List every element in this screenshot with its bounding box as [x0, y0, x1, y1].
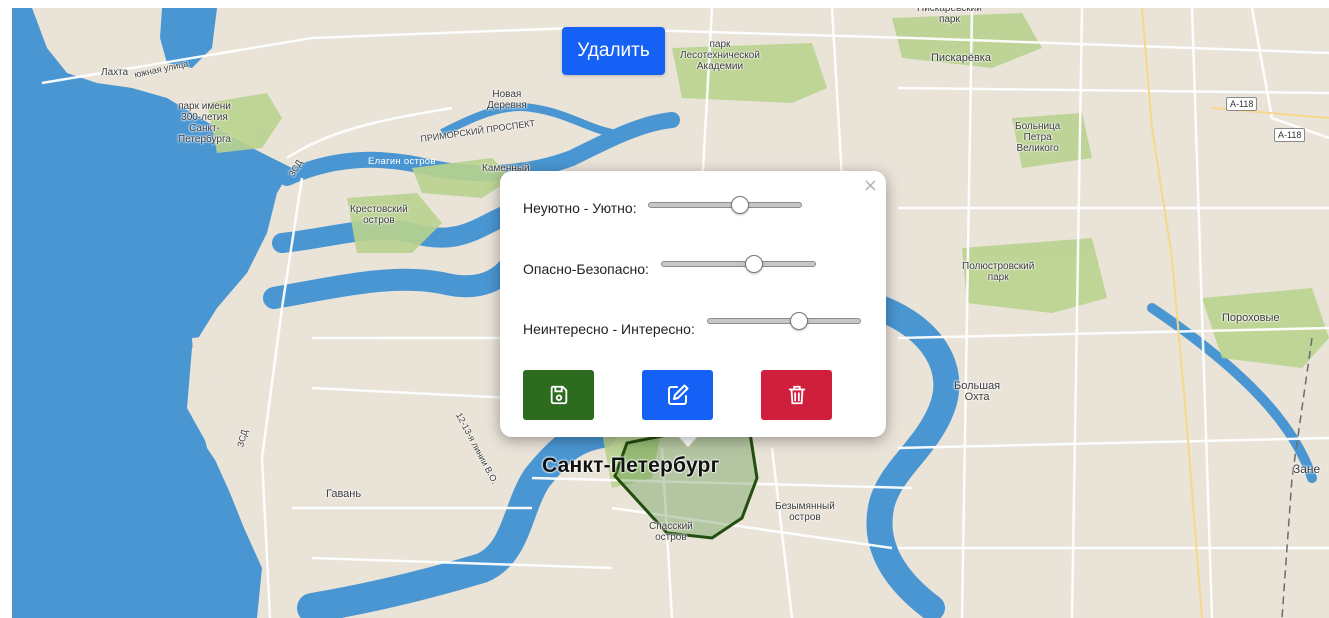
map-label-district: Новая Деревня	[487, 89, 527, 111]
map-label-district: Зане	[1293, 462, 1321, 476]
rating-label: Неуютно - Уютно:	[523, 200, 637, 216]
rating-row-comfort: Неуютно - Уютно:	[523, 200, 637, 216]
slider-thumb[interactable]	[790, 312, 809, 330]
rating-row-safety: Опасно-Безопасно:	[523, 261, 649, 277]
rating-popup: × Неуютно - Уютно: Опасно-Безопасно: Неи…	[500, 171, 886, 437]
map-label-island: Елагин остров	[368, 156, 436, 167]
edit-icon	[667, 384, 688, 405]
slider-thumb[interactable]	[731, 196, 750, 214]
delete-button[interactable]: Удалить	[562, 27, 665, 75]
city-label: Санкт-Петербург	[542, 454, 720, 477]
map-label-hospital: Больница Петра Великого	[1015, 121, 1061, 154]
map-label-park: парк Лесотехнической Академии	[680, 39, 760, 72]
map-label-island: Спасский остров	[649, 521, 693, 543]
map-label-park: парк имени 300-летия Санкт- Петербурга	[178, 101, 231, 145]
interest-slider[interactable]	[707, 312, 861, 330]
map-label-park: Пискарёвский парк	[917, 8, 982, 25]
slider-thumb[interactable]	[744, 255, 763, 273]
map-label-island: Безымянный остров	[775, 501, 835, 523]
map-label-island: Крестовский остров	[350, 204, 408, 226]
rating-row-interest: Неинтересно - Интересно:	[523, 321, 695, 337]
map-label-lakhta: Лахта	[101, 67, 129, 78]
map-label-district: Пискарёвка	[931, 52, 991, 64]
trash-icon	[788, 385, 805, 405]
map-label-district: Гавань	[326, 488, 362, 500]
road-shield: А-118	[1226, 97, 1258, 111]
rating-label: Опасно-Безопасно:	[523, 261, 649, 277]
map-label-park: Полюстровский парк	[962, 261, 1035, 283]
edit-button[interactable]	[642, 370, 713, 420]
close-icon[interactable]: ×	[863, 177, 878, 195]
delete-area-button[interactable]	[761, 370, 832, 420]
save-icon	[550, 385, 567, 405]
safety-slider[interactable]	[661, 255, 816, 273]
map-label-district: Пороховые	[1222, 312, 1280, 324]
rating-label: Неинтересно - Интересно:	[523, 321, 695, 337]
road-shield: А-118	[1274, 128, 1306, 142]
save-button[interactable]	[523, 370, 594, 420]
comfort-slider[interactable]	[648, 196, 802, 214]
map-label-district: Большая Охта	[954, 380, 1001, 403]
